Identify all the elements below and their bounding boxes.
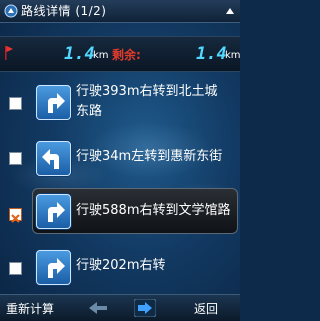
- title-bar: 路线详情 (1/2): [0, 0, 240, 23]
- turn-right-icon: [36, 194, 71, 229]
- step-checkbox-checked[interactable]: [9, 208, 22, 223]
- step-checkbox[interactable]: [9, 97, 22, 110]
- remaining-distance-value: 1.4: [196, 44, 227, 64]
- recalculate-button[interactable]: 重新计算: [6, 300, 54, 317]
- step-text: 行驶34m左转到惠新东街: [76, 149, 223, 164]
- step-text: 行驶588m右转到文学馆路: [76, 203, 231, 218]
- scroll-up-icon[interactable]: [225, 6, 235, 16]
- back-button[interactable]: 返回: [194, 300, 218, 317]
- bottom-toolbar: 重新计算 返回: [0, 294, 240, 321]
- prev-page-icon[interactable]: [88, 301, 108, 315]
- checkmark-icon: [11, 214, 20, 223]
- next-page-icon[interactable]: [134, 299, 156, 317]
- page-title: 路线详情 (1/2): [21, 4, 107, 18]
- step-text: 行驶202m右转: [76, 258, 166, 273]
- remaining-label: 剩余:: [112, 48, 141, 62]
- turn-right-icon: [36, 85, 71, 120]
- turn-right-icon: [36, 250, 71, 285]
- distance-band: 1.4 km 剩余: 1.4 km: [0, 36, 241, 72]
- flag-icon: [5, 46, 13, 60]
- turn-left-icon: [36, 141, 71, 176]
- total-distance-value: 1.4: [64, 44, 95, 64]
- remaining-distance-unit: km: [225, 50, 241, 61]
- step-checkbox[interactable]: [9, 152, 22, 165]
- total-distance-unit: km: [93, 50, 109, 61]
- step-text: 行驶393m右转到北土城东路: [76, 84, 218, 119]
- step-checkbox[interactable]: [9, 262, 22, 275]
- route-icon: [4, 4, 18, 18]
